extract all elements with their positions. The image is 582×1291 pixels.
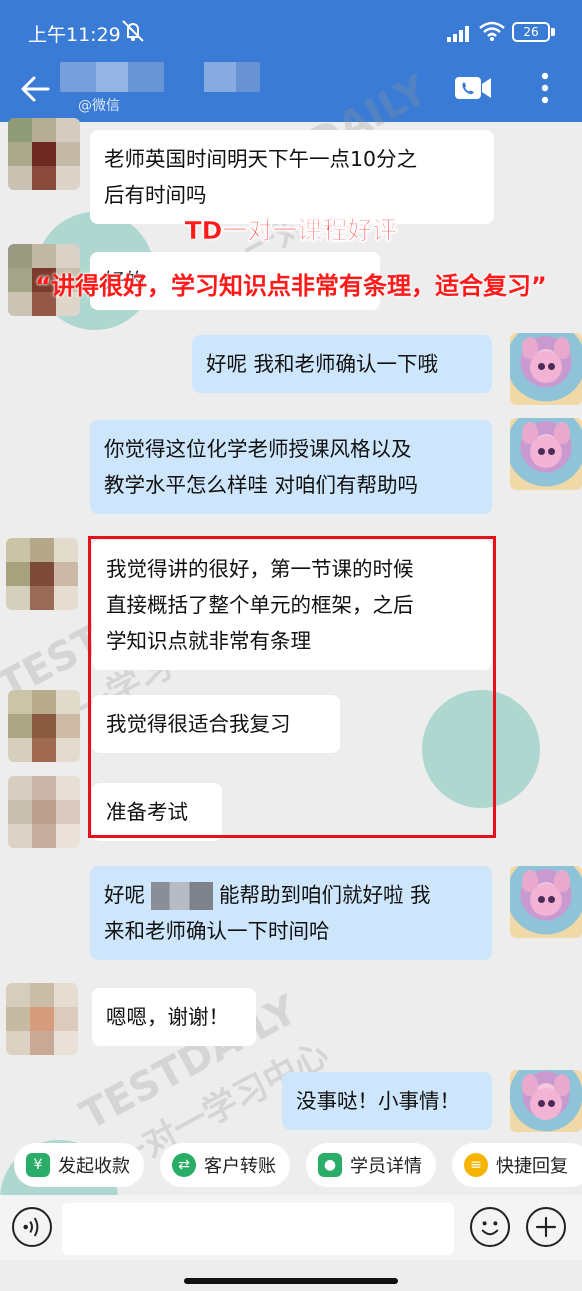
voice-input-icon[interactable] <box>12 1207 52 1247</box>
message-bubble[interactable]: 没事哒！小事情！ <box>282 1072 492 1130</box>
mute-icon <box>122 20 144 42</box>
message-bubble[interactable]: 好呢 我和老师确认一下哦 <box>192 335 492 393</box>
user-avatar[interactable] <box>510 418 582 490</box>
contact-avatar[interactable] <box>8 690 80 762</box>
user-avatar[interactable] <box>510 866 582 938</box>
more-options-icon[interactable] <box>538 70 552 106</box>
message-text: 好呢 我和老师确认一下哦 <box>206 352 439 376</box>
contact-avatar[interactable] <box>8 776 80 848</box>
message-line: 好呢 能帮助到咱们就好啦 我 <box>104 877 478 913</box>
contact-avatar[interactable] <box>8 118 80 190</box>
quick-reply-icon: ≡ <box>464 1153 488 1177</box>
message-text: 教学水平怎么样哇 对咱们有帮助吗 <box>104 473 419 497</box>
wifi-icon <box>479 21 505 41</box>
message-text: 来和老师确认一下时间哈 <box>104 919 330 943</box>
contact-avatar[interactable] <box>6 538 78 610</box>
customer-transfer-button[interactable]: ⇄ 客户转账 <box>160 1143 290 1187</box>
message-bubble[interactable]: 老师英国时间明天下午一点10分之 后有时间吗 <box>90 130 494 224</box>
quick-action-label: 发起收款 <box>58 1156 130 1177</box>
message-bubble[interactable]: 好呢 能帮助到咱们就好啦 我 来和老师确认一下时间哈 <box>90 866 492 960</box>
message-text: 后有时间吗 <box>104 183 207 207</box>
message-text: 老师英国时间明天下午一点10分之 <box>104 147 418 171</box>
status-time: 上午11:29 <box>28 24 121 46</box>
quick-action-label: 学员详情 <box>350 1156 422 1177</box>
emoji-icon[interactable] <box>470 1207 510 1247</box>
user-icon: ● <box>318 1153 342 1177</box>
message-text: 嗯嗯，谢谢！ <box>106 1005 229 1029</box>
user-avatar[interactable] <box>510 333 582 405</box>
message-input[interactable] <box>62 1203 454 1255</box>
user-avatar[interactable] <box>510 1070 582 1132</box>
quick-action-label: 快捷回复 <box>496 1156 568 1177</box>
name-mosaic <box>151 882 213 910</box>
student-details-button[interactable]: ● 学员详情 <box>306 1143 436 1187</box>
battery-tip <box>551 28 555 36</box>
quick-action-label: 客户转账 <box>204 1156 276 1177</box>
message-text: 你觉得这位化学老师授课风格以及 <box>104 437 412 461</box>
message-text: 没事哒！小事情！ <box>296 1089 460 1113</box>
quick-reply-button[interactable]: ≡ 快捷回复 <box>452 1143 582 1187</box>
contact-source-tag: @微信 <box>78 98 120 114</box>
signal-icon <box>447 26 469 42</box>
contact-avatar[interactable] <box>6 983 78 1055</box>
back-arrow-icon[interactable] <box>18 72 52 106</box>
message-text: 好呢 <box>104 883 145 907</box>
message-text: 能帮助到咱们就好啦 我 <box>219 883 431 907</box>
message-bubble[interactable]: 嗯嗯，谢谢！ <box>92 988 256 1046</box>
transfer-icon: ⇄ <box>172 1153 196 1177</box>
contact-name-mosaic[interactable] <box>60 62 260 92</box>
promo-title: TD一对一课程好评 <box>184 216 398 246</box>
quick-action-bar: ¥ 发起收款 ⇄ 客户转账 ● 学员详情 ≡ 快捷回复 <box>0 1135 582 1195</box>
highlight-box <box>88 536 496 838</box>
collect-payment-button[interactable]: ¥ 发起收款 <box>14 1143 144 1187</box>
home-indicator[interactable] <box>184 1278 398 1284</box>
plus-icon[interactable] <box>526 1207 566 1247</box>
promo-quote: “讲得很好，学习知识点非常有条理，适合复习” <box>35 272 547 300</box>
yuan-icon: ¥ <box>26 1153 50 1177</box>
video-call-icon[interactable] <box>454 74 492 102</box>
message-bubble[interactable]: 你觉得这位化学老师授课风格以及 教学水平怎么样哇 对咱们有帮助吗 <box>90 420 492 514</box>
battery-indicator: 26 <box>512 22 550 42</box>
